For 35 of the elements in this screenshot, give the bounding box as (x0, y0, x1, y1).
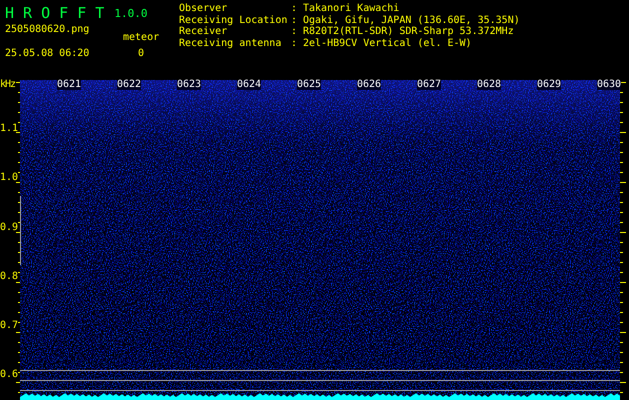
time-label: 0626 (357, 80, 381, 90)
axis-label: 0.9 (0, 222, 18, 233)
info-value: Takanori Kawachi (303, 4, 400, 14)
info-label: Observer (179, 4, 228, 14)
axis-label: 0.6 (0, 370, 18, 380)
info-value: R820T2(RTL-SDR) SDR-Sharp 53.372MHz (303, 27, 515, 37)
datetime: 25.05.08 06:20 (5, 49, 90, 59)
time-label: 0627 (417, 80, 441, 90)
info-separator: : (291, 27, 298, 37)
axis-unit: kHz (0, 79, 16, 90)
info-separator: : (291, 4, 298, 14)
time-label: 0623 (177, 80, 201, 90)
info-value: Ogaki, Gifu, JAPAN (136.60E, 35.35N) (303, 16, 520, 26)
info-label: Receiving Location (179, 16, 288, 26)
info-separator: : (291, 38, 298, 48)
info-value: 2el-HB9CV Vertical (el. E-W) (303, 38, 473, 48)
time-label: 0628 (477, 80, 501, 90)
axis-label: 0.8 (0, 272, 18, 282)
counter-label: meteor (123, 33, 160, 43)
time-label: 0629 (537, 80, 561, 90)
axis-label: 0.7 (0, 321, 18, 332)
time-label: 0621 (57, 80, 81, 90)
filename: 2505080620.png (5, 25, 90, 35)
time-label: 0624 (237, 80, 261, 90)
axis-label: 1.1 (0, 124, 18, 134)
time-label: 0625 (297, 80, 321, 90)
axis-label: 1.0 (0, 173, 18, 184)
info-label: Receiver (179, 27, 228, 37)
info-separator: : (291, 16, 298, 26)
app-name: H R O F F T (5, 6, 104, 21)
info-label: Receiving antenna (179, 38, 282, 48)
time-label: 0622 (117, 80, 141, 90)
time-label: 0630 (597, 80, 621, 90)
version-label: 1.0.0 (114, 8, 148, 21)
counter-value: 0 (138, 49, 144, 59)
